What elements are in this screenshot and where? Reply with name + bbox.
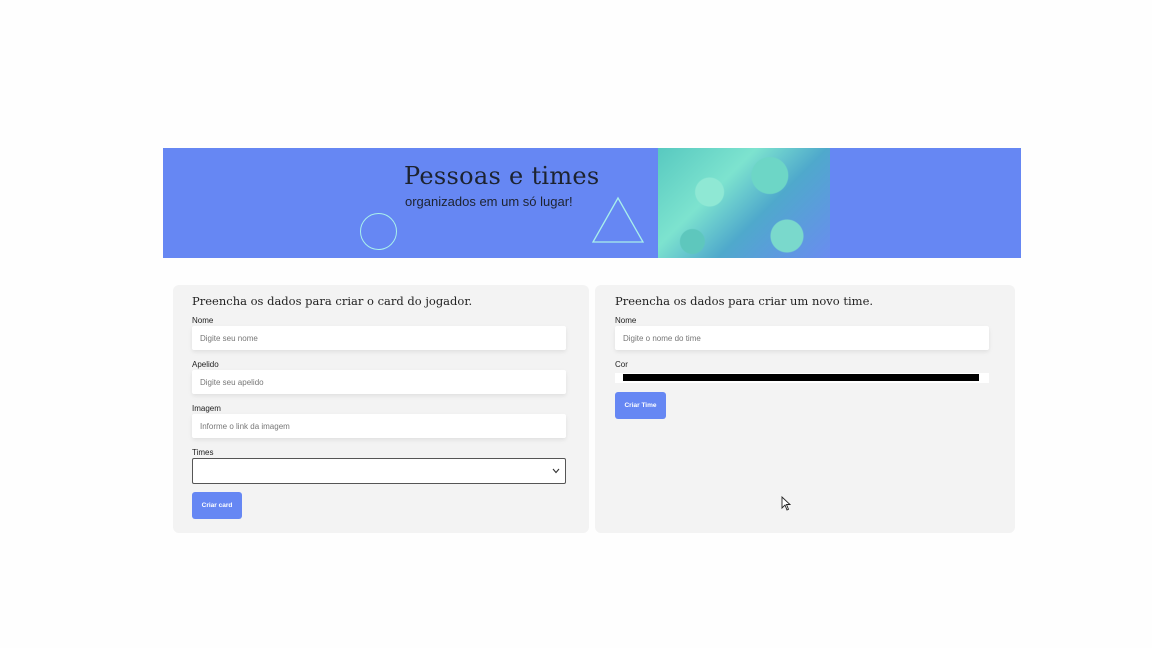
teams-select[interactable] xyxy=(192,458,566,484)
player-image-input[interactable] xyxy=(192,414,566,438)
color-swatch xyxy=(623,374,979,381)
teams-label: Times xyxy=(192,448,214,457)
image-label: Imagem xyxy=(192,404,221,413)
player-card-form: Preencha os dados para criar o card do j… xyxy=(173,285,589,533)
hero-banner: Pessoas e times organizados em um só lug… xyxy=(163,148,1021,258)
team-form: Preencha os dados para criar um novo tim… xyxy=(595,285,1015,533)
mouse-pointer-icon xyxy=(781,496,791,511)
team-form-title: Preencha os dados para criar um novo tim… xyxy=(615,294,874,308)
player-nickname-input[interactable] xyxy=(192,370,566,394)
chevron-down-icon xyxy=(552,468,560,474)
triangle-decoration-icon xyxy=(591,196,645,243)
nickname-label: Apelido xyxy=(192,360,219,369)
player-form-title: Preencha os dados para criar o card do j… xyxy=(192,294,473,308)
team-name-label: Nome xyxy=(615,316,637,325)
circle-decoration-icon xyxy=(360,213,397,250)
create-team-button[interactable]: Criar Time xyxy=(615,392,666,419)
banner-title: Pessoas e times xyxy=(404,162,600,190)
banner-subtitle: organizados em um só lugar! xyxy=(405,194,573,209)
team-hands-photo xyxy=(658,148,830,258)
team-color-picker[interactable] xyxy=(615,373,989,383)
color-label: Cor xyxy=(615,360,628,369)
name-label: Nome xyxy=(192,316,214,325)
team-name-input[interactable] xyxy=(615,326,989,350)
player-name-input[interactable] xyxy=(192,326,566,350)
create-card-button[interactable]: Criar card xyxy=(192,492,242,519)
